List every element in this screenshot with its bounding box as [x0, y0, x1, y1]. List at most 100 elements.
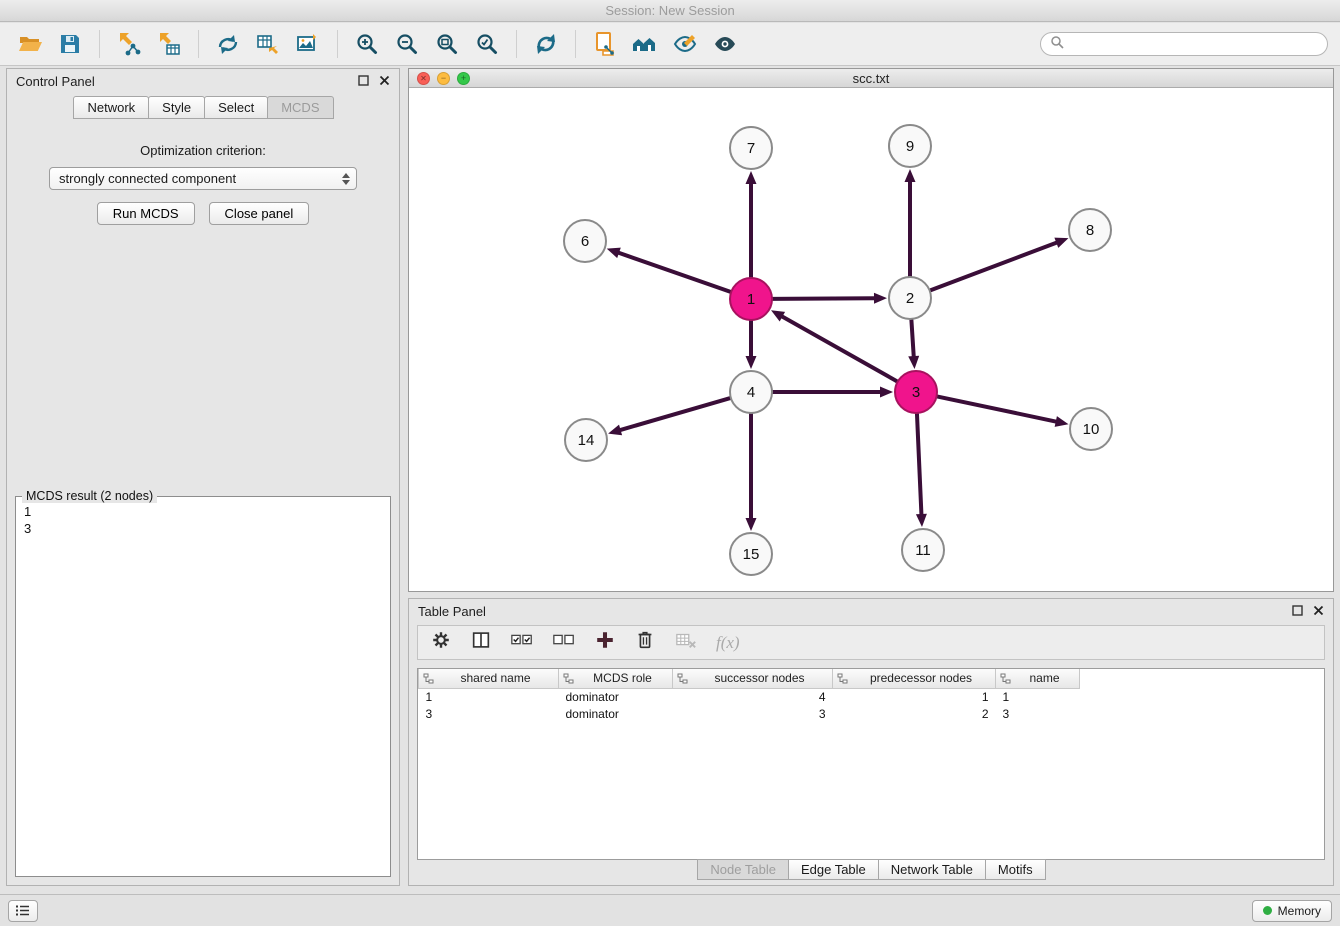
memory-status-icon — [1263, 906, 1272, 915]
graph-edge-2-3[interactable] — [911, 320, 913, 356]
graph-edge-1-2[interactable] — [773, 298, 874, 299]
tab-motifs[interactable]: Motifs — [985, 859, 1046, 880]
tab-network[interactable]: Network — [73, 96, 149, 119]
run-mcds-button[interactable]: Run MCDS — [97, 202, 195, 225]
settings-gear-icon[interactable] — [430, 629, 452, 656]
table-row[interactable]: 3 dominator 3 2 3 — [419, 705, 1325, 722]
save-icon[interactable] — [52, 27, 88, 61]
graph-node-1[interactable]: 1 — [730, 278, 772, 320]
graph-edge-1-6[interactable] — [619, 253, 730, 292]
column-header-predecessor-nodes[interactable]: predecessor nodes — [833, 669, 996, 688]
task-list-icon — [15, 904, 31, 917]
search-input[interactable] — [1070, 36, 1318, 53]
column-header-name[interactable]: name — [996, 669, 1080, 688]
network-canvas[interactable]: 7 9 6 8 1 2 4 3 14 10 15 11 — [409, 88, 1333, 591]
graph-node-15[interactable]: 15 — [730, 533, 772, 575]
graph-edge-3-1[interactable] — [782, 317, 896, 382]
column-header-successor-nodes[interactable]: successor nodes — [673, 669, 833, 688]
graph-node-4[interactable]: 4 — [730, 371, 772, 413]
svg-text:3: 3 — [912, 384, 920, 401]
graph-node-14[interactable]: 14 — [565, 419, 607, 461]
svg-text:10: 10 — [1083, 421, 1100, 438]
close-panel-icon[interactable] — [379, 74, 390, 89]
graph-edge-3-10[interactable] — [938, 397, 1056, 422]
tab-select[interactable]: Select — [204, 96, 268, 119]
graph-node-7[interactable]: 7 — [730, 127, 772, 169]
toolbar-separator — [516, 30, 517, 58]
zoom-in-icon[interactable] — [349, 27, 385, 61]
show-hide-icon[interactable] — [707, 27, 743, 61]
graph-arrowhead-icon — [746, 518, 757, 531]
zoom-out-icon[interactable] — [389, 27, 425, 61]
table-header-row: shared name MCDS role successor nodes pr… — [419, 669, 1325, 688]
graph-node-10[interactable]: 10 — [1070, 408, 1112, 450]
svg-text:14: 14 — [578, 432, 595, 449]
sort-icon — [1000, 673, 1011, 687]
sort-icon — [423, 673, 434, 687]
select-all-checkboxes-icon[interactable] — [510, 629, 534, 656]
deselect-all-checkboxes-icon[interactable] — [552, 629, 576, 656]
main-toolbar — [0, 23, 1340, 66]
graph-node-8[interactable]: 8 — [1069, 209, 1111, 251]
delete-table-icon[interactable] — [674, 629, 698, 656]
tab-mcds[interactable]: MCDS — [267, 96, 333, 119]
network-window-title: scc.txt — [853, 71, 890, 86]
close-panel-button[interactable]: Close panel — [209, 202, 310, 225]
svg-text:7: 7 — [747, 140, 755, 157]
svg-text:9: 9 — [906, 138, 914, 155]
delete-column-icon[interactable] — [634, 629, 656, 656]
table-panel-title: Table Panel — [418, 604, 486, 619]
sort-icon — [563, 673, 574, 687]
float-panel-icon[interactable] — [358, 74, 369, 89]
optimization-criterion-dropdown[interactable]: strongly connected component — [49, 167, 357, 190]
control-panel: Control Panel Network Style Select MCDS … — [6, 68, 400, 886]
tab-network-table[interactable]: Network Table — [878, 859, 986, 880]
graph-edge-3-11[interactable] — [917, 414, 921, 514]
svg-text:8: 8 — [1086, 222, 1094, 239]
float-panel-icon[interactable] — [1292, 604, 1303, 619]
column-header-shared-name[interactable]: shared name — [419, 669, 559, 688]
search-box[interactable] — [1040, 32, 1328, 56]
memory-button[interactable]: Memory — [1252, 900, 1332, 922]
add-column-icon[interactable] — [594, 629, 616, 656]
graph-node-9[interactable]: 9 — [889, 125, 931, 167]
tab-node-table[interactable]: Node Table — [697, 859, 789, 880]
split-column-icon[interactable] — [470, 629, 492, 656]
refresh-icon[interactable] — [528, 27, 564, 61]
graph-edge-2-8[interactable] — [931, 243, 1057, 291]
graph-node-11[interactable]: 11 — [902, 529, 944, 571]
graph-arrowhead-icon — [908, 356, 919, 369]
tab-style[interactable]: Style — [148, 96, 205, 119]
control-panel-title: Control Panel — [16, 74, 95, 89]
new-network-icon[interactable] — [210, 27, 246, 61]
import-network-icon[interactable] — [111, 27, 147, 61]
graph-edge-4-14[interactable] — [621, 398, 730, 430]
column-header-mcds-role[interactable]: MCDS role — [559, 669, 673, 688]
close-window-icon[interactable] — [417, 72, 430, 85]
network-graph: 7 9 6 8 1 2 4 3 14 10 15 11 — [409, 88, 1333, 591]
minimize-window-icon[interactable] — [437, 72, 450, 85]
graph-node-6[interactable]: 6 — [564, 220, 606, 262]
task-history-button[interactable] — [8, 900, 38, 922]
export-image-icon[interactable] — [290, 27, 326, 61]
table-row[interactable]: 1 dominator 4 1 1 — [419, 688, 1325, 705]
clone-network-icon[interactable] — [587, 27, 623, 61]
zoom-fit-icon[interactable] — [429, 27, 465, 61]
zoom-selected-icon[interactable] — [469, 27, 505, 61]
graph-node-3[interactable]: 3 — [895, 371, 937, 413]
search-icon — [1050, 35, 1064, 54]
import-table-icon[interactable] — [151, 27, 187, 61]
visual-styles-icon[interactable] — [667, 27, 703, 61]
close-panel-icon[interactable] — [1313, 604, 1324, 619]
optimization-criterion-label: Optimization criterion: — [7, 143, 399, 158]
tab-edge-table[interactable]: Edge Table — [788, 859, 879, 880]
open-folder-icon[interactable] — [12, 27, 48, 61]
node-table: shared name MCDS role successor nodes pr… — [417, 668, 1325, 860]
network-table-icon[interactable] — [250, 27, 286, 61]
graph-node-2[interactable]: 2 — [889, 277, 931, 319]
mcds-result-box[interactable]: MCDS result (2 nodes) 1 3 — [15, 496, 391, 877]
toolbar-separator — [198, 30, 199, 58]
maximize-window-icon[interactable] — [457, 72, 470, 85]
function-builder-icon[interactable]: f(x) — [716, 633, 740, 653]
home-layout-icon[interactable] — [627, 27, 663, 61]
